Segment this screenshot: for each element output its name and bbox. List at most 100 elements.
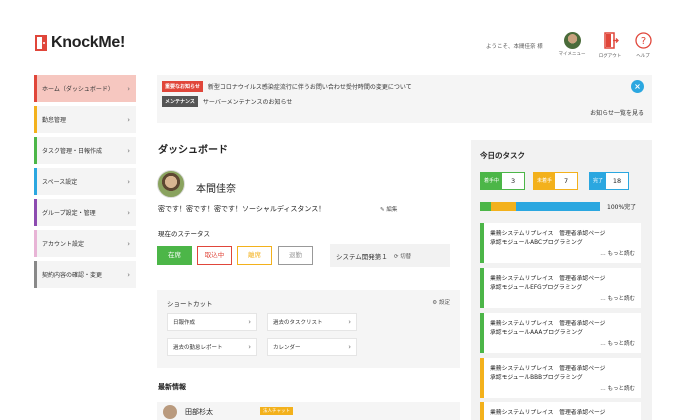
help-label: ヘルプ xyxy=(636,54,650,59)
progress-segment-in-progress xyxy=(480,202,491,211)
notice-panel: 重要なお知らせ 新型コロナウイルス感染症流行に伴うお問い合わせ受付時間の変更につ… xyxy=(157,75,652,123)
shortcut-label: 日報作成 xyxy=(173,320,196,326)
read-more-link[interactable]: … もっと読む xyxy=(600,340,635,349)
avatar xyxy=(563,32,581,49)
pencil-icon: ✎ xyxy=(380,207,385,213)
task-line: 承認モジュールAAAプログラミング xyxy=(490,330,583,336)
count-in-progress[interactable]: 着手中 3 xyxy=(480,172,526,190)
shortcut-settings-label: 設定 xyxy=(438,300,450,306)
sidebar-item-attendance[interactable]: 勤怠管理 › xyxy=(34,106,136,133)
task-card[interactable]: 業務システムリプレイス 管理者承認ページ 承認モジュールEFGプログラミング …… xyxy=(480,268,641,308)
notice-list-link[interactable]: お知らせ一覧を見る xyxy=(590,108,644,117)
chevron-right-icon: › xyxy=(348,318,351,326)
edit-message-button[interactable]: ✎ 編集 xyxy=(380,205,397,213)
task-line: 業務システムリプレイス 管理者承認ページ xyxy=(490,321,606,327)
sidebar-item-label: グループ設定・管理 xyxy=(42,210,96,217)
chevron-right-icon: › xyxy=(127,208,130,217)
switch-label: 切替 xyxy=(400,253,412,260)
shortcut-calendar[interactable]: カレンダー › xyxy=(267,338,357,356)
logout-label: ログアウト xyxy=(598,54,622,59)
count-label: 着手中 xyxy=(481,173,503,189)
user-avatar xyxy=(157,170,185,198)
chevron-right-icon: › xyxy=(248,318,251,326)
news-item[interactable]: 田部杉太 法人チャット xyxy=(157,402,460,420)
door-logo-icon xyxy=(35,35,47,51)
status-present-button[interactable]: 在席 xyxy=(157,246,192,265)
status-away-button[interactable]: 離席 xyxy=(237,246,272,265)
read-more-link[interactable]: … もっと読む xyxy=(600,385,635,394)
chevron-right-icon: › xyxy=(127,115,130,124)
close-icon: × xyxy=(634,82,641,91)
switch-department-button[interactable]: ⟳ 切替 xyxy=(394,252,411,260)
status-busy-button[interactable]: 取込中 xyxy=(197,246,232,265)
page-title: ダッシュボード xyxy=(158,145,228,156)
task-line: 承認モジュールEFGプログラミング xyxy=(490,285,583,291)
task-card[interactable]: 業務システムリプレイス 管理者承認ページ xyxy=(480,402,641,420)
help-icon: ? xyxy=(634,32,652,49)
count-value: 7 xyxy=(563,177,569,185)
read-more-link[interactable]: … もっと読む xyxy=(600,250,635,259)
count-not-started[interactable]: 未着手 7 xyxy=(533,172,579,190)
sidebar-item-group[interactable]: グループ設定・管理 › xyxy=(34,199,136,226)
sidebar-item-label: 契約内容の確認・変更 xyxy=(42,272,103,279)
task-card[interactable]: 業務システムリプレイス 管理者承認ページ 承認モジュールABCプログラミング …… xyxy=(480,223,641,263)
count-value: 18 xyxy=(612,177,622,185)
logout-door-icon xyxy=(603,32,619,49)
notice-tag-important: 重要なお知らせ xyxy=(162,81,203,92)
task-progress-bar xyxy=(480,202,600,211)
progress-segment-not-started xyxy=(490,202,516,211)
shortcut-panel: ショートカット ⚙ 設定 日報作成 › 過去のタスクリスト › 過去の勤怠レポート ›… xyxy=(157,290,460,368)
department-box: システム開発第１ ⟳ 切替 xyxy=(330,244,450,267)
count-completed[interactable]: 完了 18 xyxy=(589,172,630,190)
sidebar-item-label: スペース設定 xyxy=(42,179,78,186)
task-card[interactable]: 業務システムリプレイス 管理者承認ページ 承認モジュールAAAプログラミング …… xyxy=(480,313,641,353)
task-card[interactable]: 業務システムリプレイス 管理者承認ページ 承認モジュールBBBプログラミング …… xyxy=(480,358,641,398)
task-line: 業務システムリプレイス 管理者承認ページ xyxy=(490,410,606,416)
shortcut-past-tasks[interactable]: 過去のタスクリスト › xyxy=(267,313,357,331)
sidebar-item-label: 勤怠管理 xyxy=(42,117,67,124)
avatar xyxy=(163,405,177,419)
sidebar-item-contract[interactable]: 契約内容の確認・変更 › xyxy=(34,261,136,288)
user-message: 密です！密です！密です！ソーシャルディスタンス！ xyxy=(158,205,326,213)
read-more-link[interactable]: … もっと読む xyxy=(600,295,635,304)
sidebar-item-home[interactable]: ホーム（ダッシュボード） › xyxy=(34,75,136,102)
count-value: 3 xyxy=(510,177,516,185)
news-tag: 法人チャット xyxy=(260,407,293,415)
shortcut-settings-button[interactable]: ⚙ 設定 xyxy=(432,298,450,306)
mypage-label: マイメニュー xyxy=(558,52,586,57)
header: KnockMe! ようこそ、本間佳奈 様 マイメニュー ログアウト ? ヘルプ xyxy=(0,0,690,70)
edit-label: 編集 xyxy=(386,207,398,213)
sidebar-item-tasks[interactable]: タスク管理・日報作成 › xyxy=(34,137,136,164)
progress-segment-completed xyxy=(515,202,600,211)
shortcut-past-attendance[interactable]: 過去の勤怠レポート › xyxy=(167,338,257,356)
chevron-right-icon: › xyxy=(348,343,351,351)
news-user-name: 田部杉太 xyxy=(185,408,213,416)
svg-text:?: ? xyxy=(640,36,645,47)
help-button[interactable]: ? ヘルプ xyxy=(628,32,658,59)
logo-text: KnockMe! xyxy=(51,34,126,51)
shortcut-daily-report[interactable]: 日報作成 › xyxy=(167,313,257,331)
sidebar-item-label: ホーム（ダッシュボード） xyxy=(42,86,114,93)
logout-button[interactable]: ログアウト xyxy=(595,32,625,59)
sidebar-item-space[interactable]: スペース設定 › xyxy=(34,168,136,195)
close-notice-button[interactable]: × xyxy=(631,80,644,93)
sidebar-item-label: アカウント設定 xyxy=(42,241,85,248)
shortcut-label: 過去のタスクリスト xyxy=(273,320,323,326)
task-line: 承認モジュールABCプログラミング xyxy=(490,240,583,246)
notice-text: 新型コロナウイルス感染症流行に伴うお問い合わせ受付時間の変更について xyxy=(207,84,412,91)
count-label: 完了 xyxy=(590,173,607,189)
notice-item[interactable]: メンテナンス サーバーメンテナンスのお知らせ xyxy=(162,96,292,107)
today-tasks-panel: 今日のタスク 着手中 3 未着手 7 完了 18 100%完了 業務システムリプ… xyxy=(471,140,652,420)
sidebar-item-account[interactable]: アカウント設定 › xyxy=(34,230,136,257)
mypage-button[interactable]: マイメニュー xyxy=(557,32,587,57)
sidebar: ホーム（ダッシュボード） › 勤怠管理 › タスク管理・日報作成 › スペース設… xyxy=(34,75,136,292)
chevron-right-icon: › xyxy=(248,343,251,351)
status-leave-button[interactable]: 退勤 xyxy=(278,246,313,265)
progress-label: 100%完了 xyxy=(607,204,637,211)
notice-item[interactable]: 重要なお知らせ 新型コロナウイルス感染症流行に伴うお問い合わせ受付時間の変更につ… xyxy=(162,81,412,92)
logo[interactable]: KnockMe! xyxy=(34,34,125,52)
task-line: 業務システムリプレイス 管理者承認ページ xyxy=(490,366,606,372)
tasks-title: 今日のタスク xyxy=(480,151,525,160)
shortcut-title: ショートカット xyxy=(167,300,213,308)
count-label: 未着手 xyxy=(534,173,556,189)
